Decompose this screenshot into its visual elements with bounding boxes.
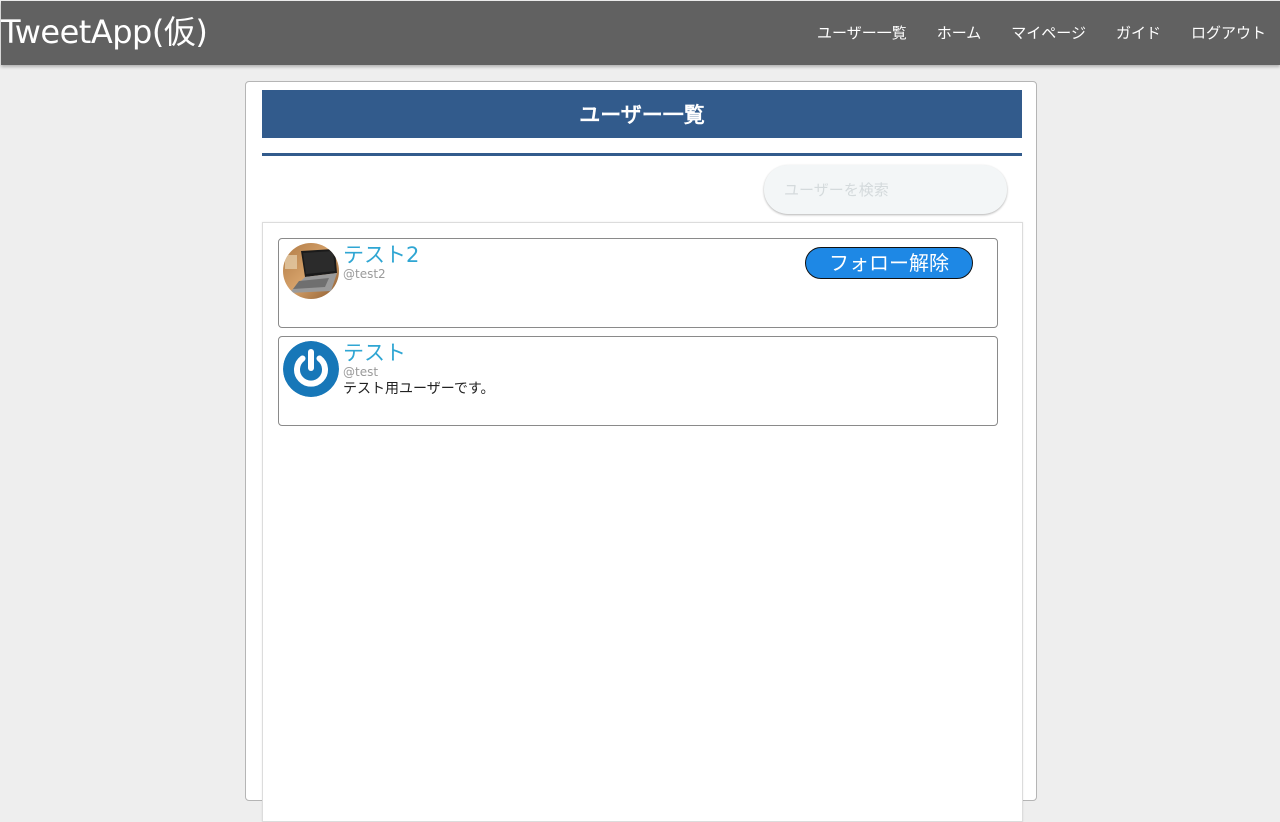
page-title-bar: ユーザー一覧 (262, 90, 1022, 138)
user-handle: @test2 (343, 267, 386, 281)
nav-logout[interactable]: ログアウト (1191, 21, 1266, 45)
user-card[interactable]: テスト @test テスト用ユーザーです。 (278, 336, 998, 426)
user-card[interactable]: テスト2 @test2 フォロー解除 (278, 238, 998, 328)
user-name[interactable]: テスト2 (343, 241, 419, 269)
user-bio: テスト用ユーザーです。 (343, 381, 495, 397)
power-icon[interactable] (283, 341, 339, 397)
nav-user-list[interactable]: ユーザー一覧 (817, 21, 907, 45)
top-nav: ユーザー一覧 ホーム マイページ ガイド ログアウト (817, 21, 1266, 45)
app-brand[interactable]: TweetApp(仮) (1, 13, 208, 51)
nav-guide[interactable]: ガイド (1116, 21, 1161, 45)
user-search-input[interactable] (764, 165, 1007, 214)
page-title: ユーザー一覧 (579, 103, 705, 127)
user-name[interactable]: テスト (343, 339, 406, 367)
user-list: テスト2 @test2 フォロー解除 テスト @test テスト用ユーザーです。 (262, 222, 1023, 822)
title-divider (262, 153, 1022, 156)
laptop-photo-icon[interactable] (283, 243, 339, 299)
nav-mypage[interactable]: マイページ (1011, 21, 1086, 45)
user-handle: @test (343, 365, 379, 379)
nav-home[interactable]: ホーム (937, 21, 982, 45)
main-panel: ユーザー一覧 ユーザーを検索 テスト2 @test2 フォロー解除 テスト @t… (245, 81, 1037, 822)
unfollow-button[interactable]: フォロー解除 (805, 247, 973, 279)
top-header: TweetApp(仮) ユーザー一覧 ホーム マイページ ガイド ログアウト (1, 1, 1280, 65)
